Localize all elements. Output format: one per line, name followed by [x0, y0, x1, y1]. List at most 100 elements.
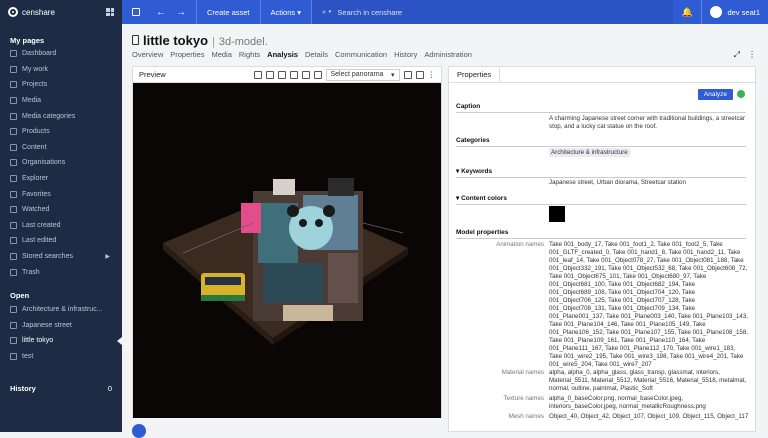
- camera-icon[interactable]: [265, 70, 274, 79]
- fullscreen-icon[interactable]: [415, 70, 424, 79]
- animation-names-label: Animation names: [496, 241, 544, 248]
- sidebar-item[interactable]: Stored searches ▶: [0, 249, 122, 265]
- open-item[interactable]: Architecture & infrastruc...: [0, 302, 122, 318]
- tab-properties[interactable]: Properties: [449, 66, 501, 83]
- settings-icon[interactable]: [277, 70, 286, 79]
- content-colors-title[interactable]: ▾ Content colors: [456, 194, 746, 205]
- history-title[interactable]: History 0: [0, 372, 122, 394]
- nav-label: Watched: [22, 206, 50, 214]
- reset-view-icon[interactable]: [253, 70, 262, 79]
- open-item[interactable]: Japanese street: [0, 318, 122, 334]
- sidebar-item[interactable]: Projects: [0, 77, 122, 93]
- nav-label: Dashboard: [22, 50, 57, 58]
- more-menu-icon[interactable]: ⋮: [748, 50, 756, 60]
- tab[interactable]: Analysis: [267, 50, 298, 59]
- preview-more-icon[interactable]: ⋮: [428, 70, 436, 79]
- sidebar-item[interactable]: Dashboard: [0, 46, 122, 62]
- tab[interactable]: Media: [211, 50, 231, 59]
- mesh-names-label: Mesh names: [508, 413, 544, 420]
- open-item[interactable]: test: [0, 349, 122, 365]
- sidebar-item[interactable]: Explorer: [0, 171, 122, 187]
- eye-icon[interactable]: [403, 70, 412, 79]
- nav-icon: [10, 143, 17, 151]
- category-chip[interactable]: Architecture & infrastructure: [549, 148, 630, 157]
- nav-icon: [10, 50, 17, 58]
- nav-label: Last created: [22, 221, 61, 229]
- open-item[interactable]: little tokyo: [0, 333, 122, 349]
- nav-label: Media categories: [22, 112, 76, 120]
- grid-icon[interactable]: [301, 70, 310, 79]
- wireframe-icon[interactable]: [313, 70, 322, 79]
- analyze-button[interactable]: Analyze: [697, 89, 733, 100]
- animation-names-value: Take 001_body_17, Take 001_foot1_2, Take…: [549, 241, 748, 368]
- texture-names-label: Texture names: [503, 395, 544, 402]
- nav-icon: [10, 268, 17, 276]
- nav-label: Products: [22, 128, 50, 136]
- tab[interactable]: History: [394, 50, 417, 59]
- search-placeholder: Search in censhare: [337, 7, 403, 17]
- expand-icon[interactable]: ⤢: [734, 50, 740, 60]
- nav-icon: [10, 253, 17, 261]
- panorama-select[interactable]: Select panorama ▾: [325, 68, 400, 81]
- forward-arrow-icon[interactable]: →: [176, 7, 186, 18]
- nav-label: Content: [22, 143, 47, 151]
- model-render: [163, 178, 408, 345]
- sidebar-item[interactable]: Favorites: [0, 186, 122, 202]
- sidebar-item[interactable]: Products: [0, 124, 122, 140]
- color-swatch: [549, 206, 565, 222]
- create-asset-button[interactable]: Create asset: [197, 0, 260, 24]
- tab[interactable]: Overview: [132, 50, 163, 59]
- actions-menu[interactable]: Actions ▾: [261, 0, 311, 24]
- my-pages-title: My pages: [10, 35, 45, 45]
- sidebar-item[interactable]: Organisations: [0, 155, 122, 171]
- caption-value[interactable]: A charming Japanese street corner with t…: [549, 115, 749, 131]
- nav-icon: [10, 97, 17, 105]
- header-icons: ⤢ ⋮: [734, 50, 756, 60]
- nav-label: test: [22, 352, 34, 360]
- nav-label: Stored searches: [22, 253, 73, 261]
- contrast-icon[interactable]: [289, 70, 298, 79]
- add-fab-button[interactable]: [132, 424, 146, 438]
- categories-title: Categories: [456, 137, 746, 147]
- 3d-model-viewer[interactable]: [133, 83, 441, 418]
- nav-label: Projects: [22, 81, 48, 89]
- tab[interactable]: Rights: [239, 50, 260, 59]
- nav-label: Organisations: [22, 159, 66, 167]
- keywords-value[interactable]: Japanese street, Urban diorama, Streetca…: [549, 179, 749, 187]
- nav-label: Last edited: [22, 237, 57, 245]
- user-menu[interactable]: dev seat1: [701, 0, 768, 24]
- check-icon: [737, 90, 745, 98]
- censhare-logo-icon: [8, 7, 18, 17]
- sidebar-item[interactable]: My work: [0, 62, 122, 78]
- nav-label: My work: [22, 65, 49, 73]
- toggle-sidebar-icon[interactable]: [132, 8, 140, 16]
- sidebar-item[interactable]: Last created: [0, 218, 122, 234]
- material-names-value: alpha, alpha_0, alpha_glass, glass_trans…: [549, 369, 747, 392]
- tab[interactable]: Details: [305, 50, 328, 59]
- nav-icon: [10, 65, 17, 73]
- apps-grid-icon[interactable]: [106, 8, 114, 16]
- texture-names-value: alpha_0_baseColor.png, normal_baseColor.…: [549, 395, 706, 410]
- sidebar-item[interactable]: Content: [0, 140, 122, 156]
- nav-icon: [10, 190, 17, 198]
- search-input[interactable]: ⌕ ▾ Search in censhare: [311, 0, 674, 24]
- notifications-bell-icon[interactable]: 🔔: [673, 7, 701, 18]
- brand[interactable]: censhare: [0, 0, 122, 24]
- keywords-title[interactable]: ▾ Keywords: [456, 167, 746, 178]
- back-arrow-icon[interactable]: ←: [156, 7, 166, 18]
- nav-label: Trash: [22, 268, 40, 276]
- topbar: ← → Create asset Actions ▾ ⌕ ▾ Search in…: [122, 0, 768, 24]
- expand-arrow-icon[interactable]: ▶: [105, 253, 110, 260]
- nav-icon: [10, 159, 17, 167]
- sidebar-item[interactable]: Trash: [0, 264, 122, 280]
- asset-name: little tokyo: [143, 33, 209, 48]
- sidebar-item[interactable]: Watched: [0, 202, 122, 218]
- sidebar-item[interactable]: Media: [0, 93, 122, 109]
- sidebar-item[interactable]: Media categories: [0, 108, 122, 124]
- tab[interactable]: Properties: [170, 50, 204, 59]
- nav-icon: [10, 337, 17, 345]
- tab[interactable]: Administration: [424, 50, 472, 59]
- tab[interactable]: Communication: [335, 50, 387, 59]
- sidebar-item[interactable]: Last edited: [0, 233, 122, 249]
- nav-label: Explorer: [22, 175, 49, 183]
